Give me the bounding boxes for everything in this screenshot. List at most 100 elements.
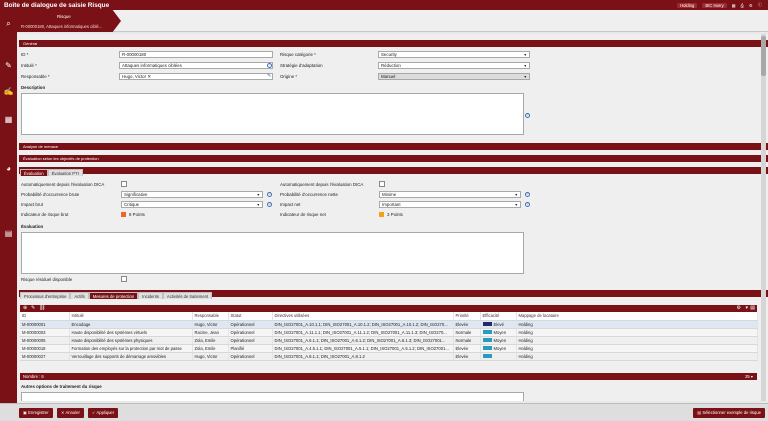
table-row[interactable]: M-00000027 Verrouillage des supports de … — [20, 352, 758, 361]
gear-icon[interactable]: ⚙ — [749, 3, 753, 8]
column-header[interactable]: Intitulé — [69, 312, 193, 321]
evaluation-label: Évaluation — [21, 224, 44, 229]
user-select[interactable]: BIC Harry — [702, 2, 727, 8]
apply-label: Appliquer — [96, 410, 115, 415]
help-icon[interactable]: ? — [267, 202, 272, 207]
page-size-select[interactable]: 25 ▾ — [745, 373, 753, 380]
print-icon[interactable]: ⎙ — [741, 3, 744, 8]
net-prob-select[interactable]: Minime ▼ — [379, 191, 521, 198]
column-header[interactable]: Statut — [228, 312, 273, 321]
grid-icon[interactable]: ▦ — [732, 3, 736, 8]
auto-dica-checkbox[interactable] — [121, 181, 127, 187]
cell-status: Planifié — [228, 344, 273, 353]
help-icon[interactable]: ? — [267, 63, 272, 68]
column-header[interactable]: ID — [20, 312, 70, 321]
section-analysis[interactable]: Analyse de menace▼ — [19, 143, 768, 150]
table-row[interactable]: M-00000003 Haute disponibilité des systè… — [20, 328, 758, 337]
check-icon: ✓ — [92, 410, 96, 415]
info-icon[interactable]: ⓘ — [758, 2, 762, 8]
section-general[interactable]: Général▲ — [19, 40, 768, 47]
category-select[interactable]: Security ▼ — [378, 51, 530, 58]
tab-evaluation-pti[interactable]: Évaluation PTI — [47, 169, 83, 176]
column-header[interactable]: Mappage de locataire — [516, 312, 758, 321]
cell-status: Opérationnel — [228, 328, 273, 337]
residual-checkbox[interactable] — [121, 276, 127, 282]
section-evaluation-goals[interactable]: Évaluation selon les objectifs de protec… — [19, 155, 768, 162]
efficacy-swatch — [482, 346, 492, 351]
chevron-down-icon: ▼ — [523, 64, 527, 68]
origin-select[interactable]: Manuel ▼ — [378, 73, 530, 80]
column-header[interactable]: Responsable — [192, 312, 229, 321]
save-button[interactable]: ▣ Enregistrer — [19, 408, 53, 418]
help-icon[interactable]: ? — [525, 113, 530, 118]
residual-label: Risque résiduel disponible — [21, 277, 73, 282]
table-row[interactable]: M-00000001 Encodage Hugo, Victor Opérati… — [20, 320, 758, 329]
table-toolbar: ⊕ ✎ ⛓ ⚙ ▾ ▤ — [20, 305, 757, 312]
left-nav: ⌕ ✎ ✍ ▦ ◕ ▤ — [0, 10, 17, 421]
evaluation-textarea[interactable] — [21, 232, 524, 274]
tab-measures[interactable]: Mesures de protection — [88, 292, 139, 299]
module-select[interactable]: Holding — [677, 2, 698, 8]
gross-indicator-value: 8 Points — [129, 212, 145, 217]
cell-id: M-00000003 — [20, 328, 70, 337]
table-icon[interactable]: ▦ — [3, 114, 14, 125]
help-icon[interactable]: ? — [525, 192, 530, 197]
strategy-select[interactable]: Réduction ▼ — [378, 62, 530, 69]
table-row[interactable]: M-00000018 Formation des employés sur la… — [20, 344, 758, 353]
link-icon[interactable]: ⛓ — [39, 305, 45, 311]
edit-icon[interactable]: ✎ — [3, 60, 14, 71]
efficacy-swatch — [482, 338, 492, 343]
apply-button[interactable]: ✓ Appliquer — [88, 408, 119, 418]
auto-dica-net-checkbox[interactable] — [379, 181, 385, 187]
filter-icon[interactable]: ▾ — [745, 305, 748, 311]
other-options-textarea[interactable] — [21, 392, 524, 401]
export-icon[interactable]: ▤ — [750, 305, 755, 311]
title-field[interactable]: Attaques informatiques ciblées — [119, 62, 273, 69]
edit-doc-icon[interactable]: ✍ — [3, 86, 14, 97]
pie-chart-icon[interactable]: ◕ — [3, 163, 14, 174]
gear-icon[interactable]: ⚙ — [737, 305, 741, 311]
origin-value: Manuel — [381, 74, 396, 79]
column-header[interactable]: Efficacité — [480, 312, 517, 321]
select-template-button[interactable]: ▤ Sélectionner exemple de risque — [693, 408, 765, 418]
cell-title: Haute disponibilité des systèmes physiqu… — [69, 336, 193, 345]
gross-impact-select[interactable]: Critique ▼ — [121, 201, 263, 208]
scrollbar[interactable] — [761, 34, 766, 401]
tab-risk[interactable]: Risque R-00000180, Attaques informatique… — [17, 10, 121, 32]
table-header: ID Intitulé Responsable Statut Directive… — [20, 312, 758, 321]
section-evaluation[interactable]: ▲ — [19, 167, 768, 174]
scrollbar-thumb[interactable] — [761, 36, 766, 76]
cancel-button[interactable]: ✕ Annuler — [57, 408, 84, 418]
help-icon[interactable]: ? — [525, 202, 530, 207]
remove-icon[interactable]: ✕ — [147, 74, 151, 79]
id-field[interactable]: R-00000180 — [119, 51, 273, 58]
cell-title: Encodage — [69, 320, 193, 329]
table-row[interactable]: M-00000005 Haute disponibilité des systè… — [20, 336, 758, 345]
report-icon[interactable]: ▤ — [3, 228, 14, 239]
tab-assets[interactable]: Actifs — [70, 292, 89, 299]
help-icon[interactable]: ? — [267, 192, 272, 197]
column-header[interactable]: Directives utilisées — [272, 312, 454, 321]
description-textarea[interactable] — [21, 93, 524, 135]
tab-activities[interactable]: Activités de traitement — [162, 292, 213, 299]
search-icon[interactable]: ⌕ — [3, 18, 14, 29]
section-evaluation-goals-label: Évaluation selon les objectifs de protec… — [23, 156, 99, 161]
tab-processes[interactable]: Processus d'entreprise — [20, 292, 71, 299]
column-header[interactable]: Priorité — [453, 312, 481, 321]
gross-indicator-swatch — [121, 212, 126, 217]
row-count: Nombre : 6 — [23, 374, 44, 379]
pencil-icon[interactable]: ✎ — [267, 73, 271, 79]
chevron-down-icon: ▼ — [523, 75, 527, 79]
tab-evaluation[interactable]: Évaluation — [20, 169, 48, 176]
efficacy-value: Moyen — [493, 329, 507, 335]
measures-table: ID Intitulé Responsable Statut Directive… — [20, 312, 758, 361]
net-indicator-swatch — [379, 212, 384, 217]
tab-strip: Risque R-00000180, Attaques informatique… — [17, 10, 768, 32]
owner-field[interactable]: Hugo, Victor ✕ — [119, 73, 273, 80]
gross-prob-select[interactable]: Significative ▼ — [121, 191, 263, 198]
add-icon[interactable]: ⊕ — [23, 305, 27, 311]
auto-dica-net-label: Automatiquement depuis l'évaluation DICA — [280, 182, 364, 187]
tab-incidents[interactable]: Incidents — [138, 292, 163, 299]
net-impact-select[interactable]: Important ▼ — [379, 201, 521, 208]
edit-icon[interactable]: ✎ — [31, 305, 35, 311]
